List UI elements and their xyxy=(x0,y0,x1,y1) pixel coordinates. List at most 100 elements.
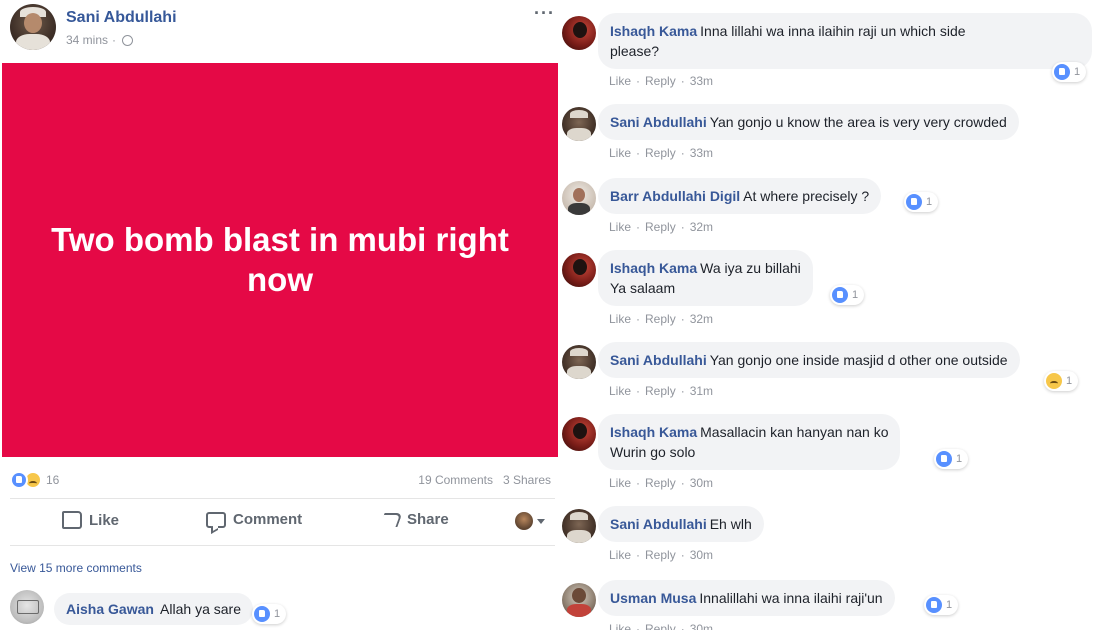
author-avatar[interactable] xyxy=(10,4,56,50)
commenter-avatar[interactable] xyxy=(562,181,596,215)
comment-bubble: Sani Abdullahi Yan gonjo u know the area … xyxy=(598,104,1019,140)
commenter-name[interactable]: Barr Abdullahi Digil xyxy=(610,188,740,204)
reaction-count: 1 xyxy=(1066,375,1073,387)
comment-reply-link[interactable]: Reply xyxy=(645,384,676,398)
comment-time[interactable]: 32m xyxy=(690,220,713,234)
comment-time[interactable]: 33m xyxy=(690,146,713,160)
comment-reply-link[interactable]: Reply xyxy=(645,74,676,88)
engagement-counts: 19 Comments 3 Shares xyxy=(418,473,551,487)
comment-reactions[interactable]: 1 xyxy=(830,285,865,305)
comments-column: Ishaqh Kama Inna lillahi wa inna ilaihin … xyxy=(560,0,1120,630)
comment-time[interactable]: 30m xyxy=(690,548,713,562)
comment-text-line: At where precisely ? xyxy=(743,188,870,204)
comment-icon xyxy=(206,511,226,528)
comment-bubble: Usman Musa Innalillahi wa inna ilaihi raj… xyxy=(598,580,895,616)
comment-bubble: Ishaqh Kama Inna lillahi wa inna ilaihin … xyxy=(598,13,1092,69)
comment-like-link[interactable]: Like xyxy=(609,622,631,630)
comment-reply-link[interactable]: Reply xyxy=(645,476,676,490)
globe-icon xyxy=(122,34,134,46)
reaction-count: 1 xyxy=(926,196,933,208)
comment-text-line: Inna lillahi wa inna ilaihin raji un whi… xyxy=(700,23,966,39)
commenter-name[interactable]: Sani Abdullahi xyxy=(610,352,707,368)
comment-time[interactable]: 31m xyxy=(690,384,713,398)
reaction-count: 1 xyxy=(1074,66,1081,78)
post-action-bar: Like Comment Share xyxy=(10,503,555,539)
comment-text-line: Ya salaam xyxy=(610,280,676,296)
comment-reactions[interactable]: 1 xyxy=(1052,62,1087,82)
commenter-name[interactable]: Aisha Gawan xyxy=(66,601,154,617)
like-reaction-icon[interactable] xyxy=(10,471,28,489)
comment-reply-link[interactable]: Reply xyxy=(645,548,676,562)
like-button[interactable]: Like xyxy=(62,511,119,529)
meta-separator: · xyxy=(112,33,117,47)
post-card: Sani Abdullahi 34 mins · ··· Two bomb bl… xyxy=(0,0,560,630)
comment-reply-link[interactable]: Reply xyxy=(645,146,676,160)
commenter-name[interactable]: Sani Abdullahi xyxy=(610,516,707,532)
comment-time[interactable]: 30m xyxy=(690,476,713,490)
comment-like-link[interactable]: Like xyxy=(609,384,631,398)
comment-time[interactable]: 32m xyxy=(690,312,713,326)
reaction-identity-selector[interactable] xyxy=(515,512,545,530)
comment-text-line: Innalillahi wa inna ilaihi raji'un xyxy=(699,590,883,606)
comment-reply-link[interactable]: Reply xyxy=(645,220,676,234)
comment-item: Aisha Gawan Allah ya sare 1 xyxy=(10,590,555,630)
shares-count[interactable]: 3 Shares xyxy=(503,473,551,487)
comment-actions: Like · Reply · 30m xyxy=(609,622,713,630)
comment-bubble: Sani Abdullahi Yan gonjo one inside masji… xyxy=(598,342,1020,378)
commenter-avatar[interactable] xyxy=(562,583,596,617)
comment-like-link[interactable]: Like xyxy=(609,548,631,562)
post-author-name[interactable]: Sani Abdullahi xyxy=(66,9,177,27)
share-button-label: Share xyxy=(407,511,449,528)
comment-actions: Like · Reply · 32m xyxy=(609,312,714,326)
comment-like-link[interactable]: Like xyxy=(609,312,631,326)
comment-like-link[interactable]: Like xyxy=(609,146,631,160)
comment-time[interactable]: 33m xyxy=(690,74,713,88)
commenter-avatar[interactable] xyxy=(562,509,596,543)
comment-actions: Like · Reply · 32m xyxy=(609,220,714,234)
comment-reply-link[interactable]: Reply xyxy=(645,622,676,630)
commenter-name[interactable]: Ishaqh Kama xyxy=(610,260,697,276)
comment-actions: Like · Reply · 30m xyxy=(609,476,714,490)
comment-button[interactable]: Comment xyxy=(206,511,302,528)
comment-actions: Like · Reply · 33m xyxy=(609,146,714,160)
comment-reactions[interactable]: 1 xyxy=(924,595,959,615)
comment-like-link[interactable]: Like xyxy=(609,220,631,234)
comments-count[interactable]: 19 Comments xyxy=(418,473,493,487)
commenter-avatar[interactable] xyxy=(562,107,596,141)
identity-avatar xyxy=(515,512,533,530)
post-meta: 34 mins · xyxy=(66,33,134,47)
commenter-avatar[interactable] xyxy=(10,590,44,624)
more-options-icon[interactable]: ··· xyxy=(534,4,555,22)
like-reaction-icon xyxy=(1054,64,1070,80)
post-time[interactable]: 34 mins xyxy=(66,33,108,47)
comment-reactions[interactable]: 1 xyxy=(934,449,969,469)
reaction-count[interactable]: 16 xyxy=(46,473,59,487)
like-icon xyxy=(62,511,82,529)
comment-like-link[interactable]: Like xyxy=(609,476,631,490)
comment-reactions[interactable]: 1 xyxy=(252,604,287,624)
commenter-avatar[interactable] xyxy=(562,16,596,50)
comment-text-line: Yan gonjo one inside masjid d other one … xyxy=(709,352,1008,368)
reaction-count: 1 xyxy=(274,608,281,620)
commenter-name[interactable]: Ishaqh Kama xyxy=(610,23,697,39)
comment-actions: Like · Reply · 30m xyxy=(609,548,714,562)
comment-like-link[interactable]: Like xyxy=(609,74,631,88)
comment-reactions[interactable]: 1 xyxy=(904,192,939,212)
commenter-avatar[interactable] xyxy=(562,345,596,379)
comment-reply-link[interactable]: Reply xyxy=(645,312,676,326)
commenter-avatar[interactable] xyxy=(562,253,596,287)
like-reaction-icon xyxy=(906,194,922,210)
comment-bubble: Aisha Gawan Allah ya sare xyxy=(54,593,253,625)
view-more-comments-link[interactable]: View 15 more comments xyxy=(10,561,142,575)
comment-time[interactable]: 30m xyxy=(690,622,713,630)
share-button[interactable]: Share xyxy=(379,511,449,528)
post-stats: 16 19 Comments 3 Shares xyxy=(10,469,555,491)
post-image[interactable]: Two bomb blast in mubi right now xyxy=(2,63,558,457)
commenter-avatar[interactable] xyxy=(562,417,596,451)
commenter-name[interactable]: Sani Abdullahi xyxy=(610,114,707,130)
commenter-name[interactable]: Usman Musa xyxy=(610,590,696,606)
comment-text-line: Wa iya zu billahi xyxy=(700,260,801,276)
comment-reactions[interactable]: 1 xyxy=(1044,371,1079,391)
commenter-name[interactable]: Ishaqh Kama xyxy=(610,424,697,440)
comment-text-line: Masallacin kan hanyan nan ko xyxy=(700,424,889,440)
